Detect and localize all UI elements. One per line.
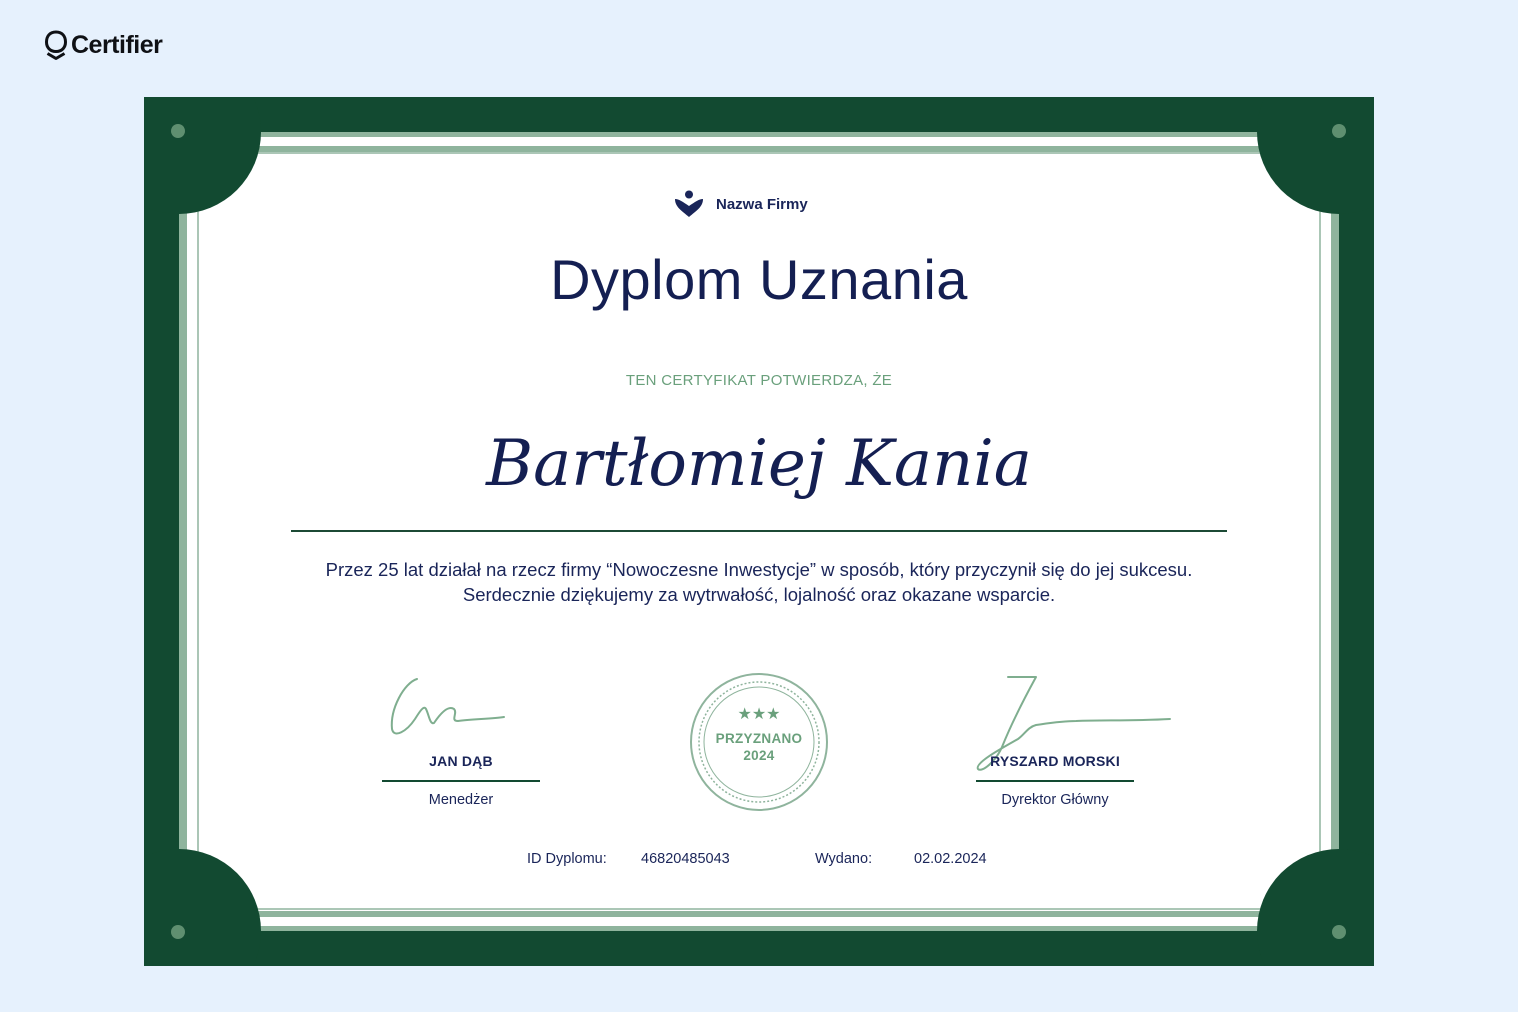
seal-text: PRZYZNANO 2024 — [689, 730, 829, 764]
signatory-role-right: Dyrektor Główny — [1001, 792, 1109, 808]
issued-value: 02.02.2024 — [914, 851, 987, 867]
issued-label: Wydano: — [815, 851, 873, 867]
signatory-name-right: RYSZARD MORSKI — [990, 753, 1120, 769]
certificate-body: Przez 25 lat działał na rzecz firmy “Now… — [325, 559, 1193, 605]
seal-line1: PRZYZNANO — [715, 731, 803, 746]
signature-line-left — [382, 780, 540, 782]
seal-stars: ★★★ — [737, 704, 780, 723]
name-divider — [291, 530, 1227, 532]
award-seal: ★★★ PRZYZNANO 2024 — [689, 672, 829, 812]
certificate-title: Dyplom Uznania — [550, 248, 968, 311]
signature-line-right — [976, 780, 1134, 782]
company-name: Nazwa Firmy — [716, 195, 808, 213]
certifier-logo: Certifier — [44, 28, 163, 62]
certifier-logo-icon — [44, 30, 68, 60]
signature-left — [390, 678, 505, 735]
certificate: Nazwa Firmy Dyplom Uznania TEN CERTYFIKA… — [144, 97, 1374, 966]
brand-name: Certifier — [71, 30, 163, 59]
company-logo: Nazwa Firmy — [674, 189, 844, 219]
signatory-role-left: Menedżer — [428, 792, 494, 808]
recipient-name-text: Bartłomiej Kania — [485, 427, 1032, 501]
certificate-subtitle: TEN CERTYFIKAT POTWIERDZA, ŻE — [625, 372, 893, 389]
signatory-name-left: JAN DĄB — [429, 753, 493, 769]
diploma-id-label: ID Dyplomu: — [527, 851, 607, 867]
recipient-name: Bartłomiej Kania — [485, 427, 1032, 501]
diploma-id-value: 46820485043 — [641, 851, 730, 867]
company-icon — [675, 190, 703, 217]
seal-line2: 2024 — [743, 748, 775, 763]
